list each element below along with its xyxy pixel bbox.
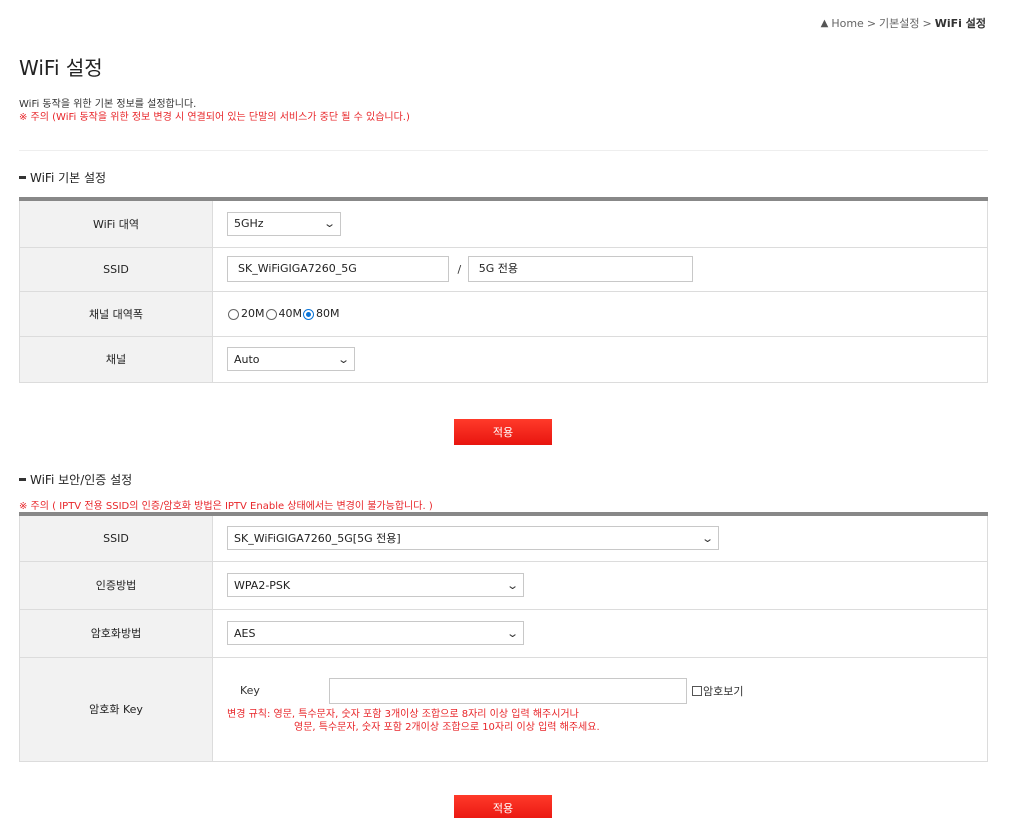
key-label: Key [240,684,260,697]
bandwidth-label: 채널 대역폭 [19,290,213,337]
auth-select[interactable]: WPA2-PSK ⌄ [227,573,524,597]
show-password-label: 암호보기 [703,684,744,698]
page-description: WiFi 동작을 위한 기본 정보를 설정합니다. [19,99,197,110]
section-bullet-icon [19,176,26,179]
band-select-value: 5GHz [234,217,264,231]
ssid-description-input[interactable]: 5G 전용 [467,256,693,282]
page-intro: WiFi 동작을 위한 기본 정보를 설정합니다. ※ 주의 (WiFi 동작을… [19,98,410,124]
channel-select[interactable]: Auto ⌄ [227,347,355,371]
security-settings-table: SSID SK_WiFiGIGA7260_5G[5G 전용] ⌄ 인증방법 WP… [19,512,988,762]
divider [19,150,988,151]
breadcrumb-separator: > [866,16,877,30]
ssid-row: SSID SK_WiFiGIGA7260_5G / 5G 전용 [19,246,988,292]
chevron-down-icon: ⌄ [322,217,336,231]
key-rule-line1: 변경 규칙: 영문, 특수문자, 숫자 포함 3개이상 조합으로 8자리 이상 … [227,708,579,720]
radio-20m[interactable] [228,309,239,320]
security-section-title: WiFi 보안/인증 설정 [19,471,132,488]
key-input[interactable] [329,677,687,704]
breadcrumb: ▲ Home > 기본설정 > WiFi 설정 [821,15,986,31]
key-line: Key 암호보기 [227,677,987,704]
radio-80m-label: 80M [316,307,340,320]
breadcrumb-separator: > [922,16,932,30]
bandwidth-radio-group: 20M 40M 80M [227,307,987,320]
radio-20m-label: 20M [241,307,265,320]
band-label: WiFi 대역 [19,198,213,248]
chevron-down-icon: ⌄ [336,352,350,366]
enc-row: 암호화방법 AES ⌄ [19,608,988,658]
breadcrumb-home[interactable]: Home [831,17,863,30]
page-warning: ※ 주의 (WiFi 동작을 위한 정보 변경 시 연결되어 있는 단말의 서비… [19,112,410,123]
key-row-label: 암호화 Key [19,656,213,762]
page-title: WiFi 설정 [19,56,103,80]
ssid-label: SSID [19,246,213,292]
enc-select-value: AES [234,626,256,640]
sec-ssid-select-value: SK_WiFiGIGA7260_5G[5G 전용] [234,532,401,546]
auth-label: 인증방법 [19,560,213,610]
security-warning: ※ 주의 ( IPTV 전용 SSID의 인증/암호화 방법은 IPTV Ena… [19,501,433,512]
security-section-title-text: WiFi 보안/인증 설정 [30,473,133,487]
security-apply-button[interactable]: 적용 [454,795,552,818]
basic-section-title: WiFi 기본 설정 [19,169,106,186]
home-icon[interactable]: ▲ [821,18,829,29]
channel-cell: Auto ⌄ [212,335,988,383]
bandwidth-cell: 20M 40M 80M [212,290,988,337]
enc-cell: AES ⌄ [212,608,988,658]
key-cell: Key 암호보기 변경 규칙: 영문, 특수문자, 숫자 포함 3개이상 조합으… [212,656,988,762]
auth-cell: WPA2-PSK ⌄ [212,560,988,610]
enc-select[interactable]: AES ⌄ [227,621,524,645]
sec-ssid-row: SSID SK_WiFiGIGA7260_5G[5G 전용] ⌄ [19,513,988,562]
breadcrumb-section[interactable]: 기본설정 [879,15,919,31]
radio-80m[interactable] [303,309,314,320]
channel-row: 채널 Auto ⌄ [19,335,988,383]
bandwidth-row: 채널 대역폭 20M 40M 80M [19,290,988,337]
sec-ssid-label: SSID [19,513,213,562]
basic-apply-button[interactable]: 적용 [454,419,552,445]
auth-select-value: WPA2-PSK [234,578,291,592]
key-row: 암호화 Key Key 암호보기 변경 규칙: 영문, 특수문자, 숫자 포함 … [19,656,988,762]
ssid-cell: SK_WiFiGIGA7260_5G / 5G 전용 [212,246,988,292]
section-bullet-icon [19,478,26,481]
breadcrumb-current: WiFi 설정 [934,17,986,30]
chevron-down-icon: ⌄ [505,578,519,592]
ssid-input[interactable]: SK_WiFiGIGA7260_5G [227,256,449,282]
sec-ssid-cell: SK_WiFiGIGA7260_5G[5G 전용] ⌄ [212,513,988,562]
band-select[interactable]: 5GHz ⌄ [227,211,341,236]
sec-ssid-select[interactable]: SK_WiFiGIGA7260_5G[5G 전용] ⌄ [227,526,719,551]
channel-select-value: Auto [234,352,260,366]
chevron-down-icon: ⌄ [700,531,714,545]
basic-section-title-text: WiFi 기본 설정 [30,171,107,185]
show-password-checkbox[interactable] [692,685,702,696]
radio-40m-label: 40M [278,307,303,320]
band-row: WiFi 대역 5GHz ⌄ [19,198,988,248]
band-cell: 5GHz ⌄ [212,198,988,248]
key-rule-line2: 영문, 특수문자, 숫자 포함 2개이상 조합으로 10자리 이상 입력 해주세… [294,721,600,733]
auth-row: 인증방법 WPA2-PSK ⌄ [19,560,988,610]
basic-settings-table: WiFi 대역 5GHz ⌄ SSID SK_WiFiGIGA7260_5G /… [19,197,988,383]
ssid-separator: / [457,262,462,276]
chevron-down-icon: ⌄ [505,626,519,640]
radio-40m[interactable] [265,309,277,320]
enc-label: 암호화방법 [19,608,213,658]
channel-label: 채널 [19,335,213,383]
